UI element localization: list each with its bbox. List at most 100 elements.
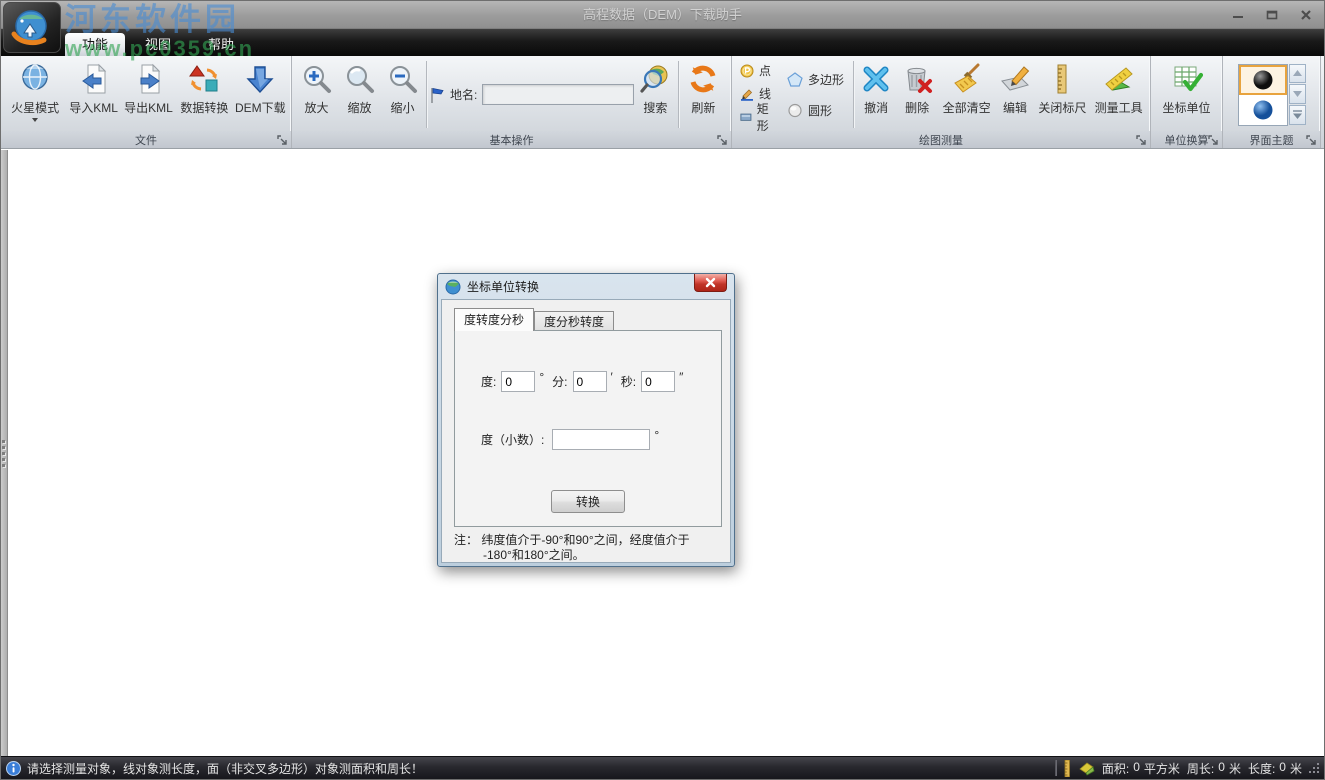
status-measure-icon [1078, 761, 1095, 776]
delete-icon [901, 63, 933, 95]
measure-tool-label: 测量工具 [1095, 99, 1143, 116]
polygon-icon [787, 72, 803, 87]
gallery-down-icon [1293, 91, 1302, 97]
undo-button[interactable]: 撤消 [856, 58, 897, 131]
close-ruler-button[interactable]: 关闭标尺 [1035, 58, 1091, 131]
gallery-down-button[interactable] [1289, 84, 1306, 104]
clear-all-icon [951, 63, 983, 95]
gallery-expand-icon [1293, 110, 1302, 119]
minimize-button[interactable] [1228, 6, 1248, 23]
refresh-button[interactable]: 刷新 [681, 58, 725, 131]
app-logo[interactable] [3, 2, 61, 53]
zoom-out-icon [387, 63, 419, 95]
dem-download-button[interactable]: DEM下载 [233, 58, 288, 131]
clear-all-button[interactable]: 全部清空 [938, 58, 996, 131]
gallery-expand-button[interactable] [1289, 105, 1306, 125]
circle-icon [787, 103, 803, 118]
status-message: 请选择测量对象，线对象测长度，面（非交叉多边形）对象测面积和周长！ [27, 760, 423, 777]
maximize-button[interactable] [1262, 6, 1282, 23]
decimal-degree-label: 度（小数）: [481, 431, 544, 448]
place-name-input[interactable] [482, 84, 634, 105]
zoom-in-label: 放大 [304, 99, 328, 116]
delete-button[interactable]: 删除 [897, 58, 938, 131]
rect-button[interactable]: 矩形 [737, 105, 780, 128]
gallery-up-icon [1293, 70, 1302, 76]
draw-group-launcher[interactable] [1136, 135, 1147, 146]
dialog-tab-dms-to-deg[interactable]: 度分秒转度 [534, 311, 614, 331]
measure-tool-icon [1103, 63, 1135, 95]
theme-group-launcher[interactable] [1306, 135, 1317, 146]
mars-mode-button[interactable]: 火星模式 [4, 58, 66, 131]
dialog-tab-deg-to-dms[interactable]: 度转度分秒 [454, 308, 534, 331]
resize-grip-icon[interactable] [1309, 763, 1320, 774]
dialog-launcher-icon [277, 135, 288, 146]
theme-blue-swatch[interactable] [1239, 95, 1287, 125]
data-convert-button[interactable]: 数据转换 [176, 58, 232, 131]
dialog-tab2-label: 度分秒转度 [544, 315, 604, 329]
group-label-draw: 绘图测量 [919, 132, 963, 148]
dialog-launcher-icon [1136, 135, 1147, 146]
length-label: 长度: [1248, 760, 1275, 777]
window-title: 高程数据（DEM）下载助手 [1, 1, 1324, 29]
file-group-launcher[interactable] [277, 135, 288, 146]
search-icon [639, 63, 671, 95]
minute-label: 分: [552, 373, 567, 390]
second-input[interactable] [641, 371, 675, 392]
length-unit: 米 [1290, 760, 1302, 777]
polygon-button[interactable]: 多边形 [784, 68, 849, 91]
import-kml-icon [78, 63, 110, 95]
decimal-degree-input[interactable] [552, 429, 650, 450]
tab-function[interactable]: 功能 [65, 33, 125, 56]
export-kml-button[interactable]: 导出KML [121, 58, 176, 131]
measure-tool-button[interactable]: 测量工具 [1090, 58, 1147, 131]
dialog-launcher-icon [1306, 135, 1317, 146]
statusbar: 请选择测量对象，线对象测长度，面（非交叉多边形）对象测面积和周长！ 面积: 0 … [1, 756, 1324, 779]
tab-view[interactable]: 视图 [128, 33, 188, 56]
tab-help[interactable]: 帮助 [191, 33, 251, 56]
area-label: 面积: [1102, 760, 1129, 777]
blue-sphere-icon [1252, 99, 1274, 121]
circle-button[interactable]: 圆形 [784, 99, 849, 122]
convert-button[interactable]: 转换 [551, 490, 625, 513]
decimal-degree-unit: ° [654, 428, 659, 442]
unit-group-launcher[interactable] [1208, 135, 1219, 146]
circle-label: 圆形 [808, 102, 832, 119]
left-panel-splitter[interactable] [1, 150, 8, 756]
zoom-reset-button[interactable]: 缩放 [338, 58, 381, 131]
zoom-in-button[interactable]: 放大 [295, 58, 338, 131]
dark-sphere-icon [1252, 69, 1274, 91]
zoom-reset-label: 缩放 [347, 99, 371, 116]
search-button[interactable]: 搜索 [634, 58, 676, 131]
perimeter-readout: 周长: 0 米 [1187, 760, 1241, 777]
theme-dark-swatch[interactable] [1239, 65, 1287, 95]
info-icon [6, 761, 21, 776]
zoom-out-button[interactable]: 缩小 [381, 58, 424, 131]
edit-button[interactable]: 编辑 [995, 58, 1034, 131]
close-button[interactable] [1296, 6, 1316, 23]
coord-unit-button[interactable]: 坐标单位 [1155, 58, 1219, 131]
degree-input[interactable] [501, 371, 535, 392]
gallery-up-button[interactable] [1289, 64, 1306, 84]
ribbon: 火星模式 导入KML 导出KML [1, 56, 1324, 149]
dialog-note-line1: 注： 纬度值介于-90°和90°之间，经度值介于 [454, 533, 726, 548]
ribbon-group-unit: 坐标单位 单位换算 [1151, 56, 1223, 148]
basic-group-launcher[interactable] [717, 135, 728, 146]
point-button[interactable]: 点 [737, 59, 780, 82]
globe-icon [19, 63, 51, 95]
dialog-titlebar[interactable]: 坐标单位转换 [438, 274, 734, 299]
dialog-close-button[interactable] [694, 274, 727, 292]
theme-gallery [1238, 64, 1306, 126]
zoom-out-label: 缩小 [390, 99, 414, 116]
coord-convert-dialog: 坐标单位转换 度转度分秒 度分秒转度 度: ° 分: ′ 秒: ″ [437, 273, 735, 567]
perimeter-label: 周长: [1187, 760, 1214, 777]
tab-view-label: 视图 [145, 37, 171, 52]
status-ruler-icon [1063, 760, 1071, 777]
dialog-tab-page: 度: ° 分: ′ 秒: ″ 度（小数）: ° 转换 [454, 330, 722, 527]
minute-input[interactable] [573, 371, 607, 392]
minimize-icon [1232, 9, 1244, 21]
app-window: 高程数据（DEM）下载助手 功能 视图 帮助 [0, 0, 1325, 780]
degree-label: 度: [481, 373, 496, 390]
group-label-basic: 基本操作 [490, 132, 534, 148]
length-readout: 长度: 0 米 [1248, 760, 1302, 777]
import-kml-button[interactable]: 导入KML [66, 58, 120, 131]
